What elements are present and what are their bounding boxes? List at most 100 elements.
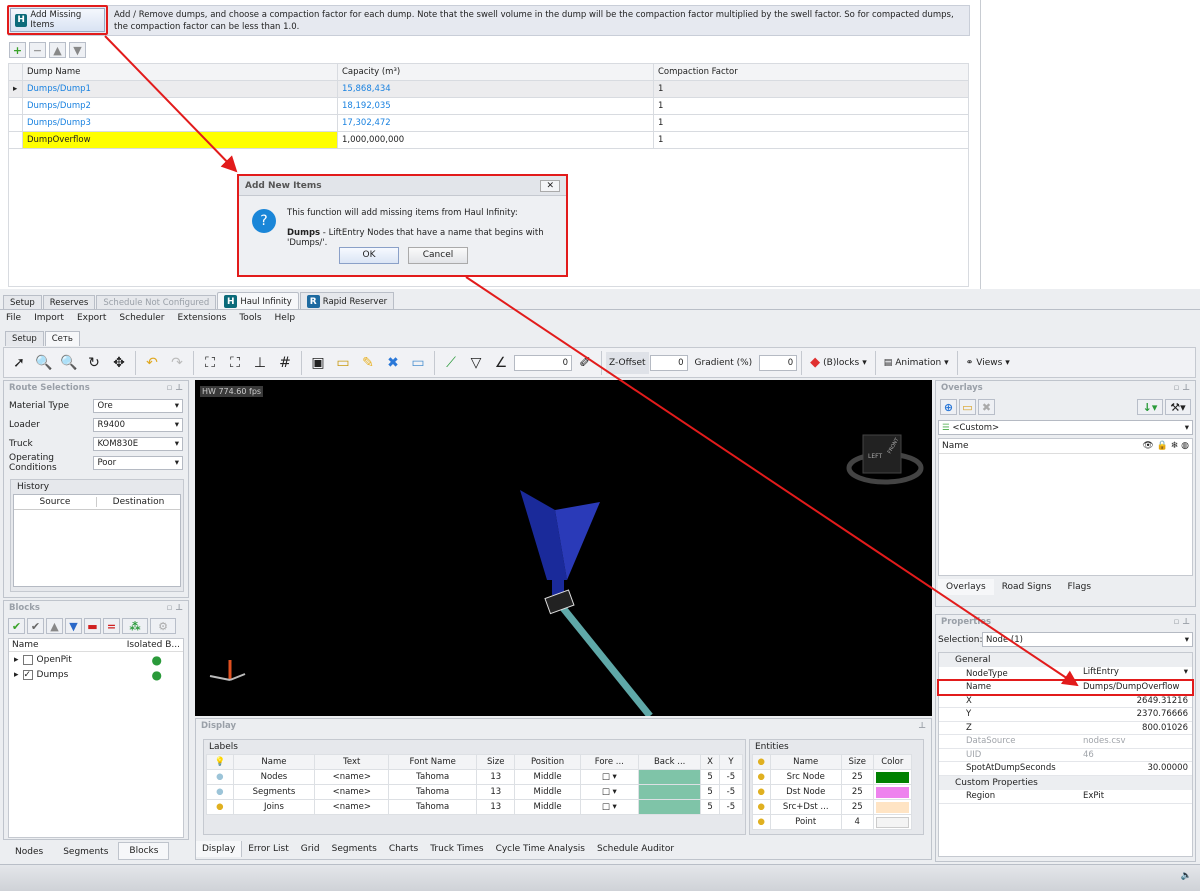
color-swatch[interactable] (875, 786, 909, 798)
cell[interactable]: 18,192,035 (337, 97, 654, 115)
color-swatch[interactable] (875, 771, 909, 783)
cell[interactable]: 15,868,434 (337, 80, 654, 98)
menu-tools[interactable]: Tools (239, 313, 261, 323)
blocks-dropdown[interactable]: ◆ (B)locks ▾ (806, 355, 871, 370)
label-row-nodes[interactable]: ● Nodes <name> Tahoma 13 Middle □ ▾ 5 -5 (206, 769, 744, 785)
overlays-list[interactable]: Name 👁 🔒 ❄ ◍ (938, 438, 1193, 576)
bulb-on-icon[interactable]: ● (206, 799, 234, 815)
tab-cycle-time[interactable]: Cycle Time Analysis (490, 841, 591, 857)
fore-color[interactable]: □ ▾ (579, 769, 640, 785)
up-icon[interactable]: ▲ (46, 618, 63, 634)
add-icon[interactable]: + (9, 42, 26, 58)
color-swatch[interactable] (875, 816, 909, 828)
cell[interactable]: 1 (653, 80, 969, 98)
views-dropdown[interactable]: ⚭ Views ▾ (962, 358, 1014, 368)
open-folder-icon[interactable]: ▭ (959, 399, 976, 415)
entity-row[interactable]: ● Dst Node 25 (752, 784, 913, 800)
delete-overlay-icon[interactable]: ✖ (978, 399, 995, 415)
grid-icon[interactable]: # (273, 351, 297, 375)
fit-icon[interactable]: ⛶ (223, 351, 247, 375)
remove-icon[interactable]: ▬ (84, 618, 101, 634)
col-destination[interactable]: Destination (97, 497, 180, 507)
uncheck-icon[interactable]: ✔ (27, 618, 44, 634)
back-color[interactable] (637, 769, 702, 785)
tools-icon[interactable]: ⚒▾ (1165, 399, 1191, 415)
comment-icon[interactable]: ▭ (406, 351, 430, 375)
prop-row[interactable]: DataSource nodes.csv (939, 734, 1192, 749)
prop-row[interactable]: NodeType LiftEntry ▾ (939, 667, 1192, 681)
move-down-icon[interactable]: ▼ (69, 42, 86, 58)
settings-icon[interactable]: ⚙ (150, 618, 176, 634)
color-swatch[interactable] (875, 801, 909, 813)
checkbox[interactable] (22, 654, 33, 665)
prop-row[interactable]: Region ExPit (939, 789, 1192, 804)
z-offset-toggle[interactable]: Z-Offset (606, 351, 649, 374)
tab-rapid-reserver[interactable]: R Rapid Reserver (299, 292, 395, 310)
select-pointer-icon[interactable]: ➚ (7, 351, 31, 375)
col-capacity[interactable]: Capacity (m³) (337, 63, 654, 81)
bulb-icon[interactable]: ● (752, 814, 771, 830)
snapshot-icon[interactable]: ▣ (306, 351, 330, 375)
move-up-icon[interactable]: ▲ (49, 42, 66, 58)
back-color[interactable] (637, 784, 702, 800)
category-custom[interactable]: Custom Properties (939, 775, 1192, 790)
cell[interactable]: Dumps/Dump2 (22, 97, 338, 115)
cancel-button[interactable]: Cancel (408, 247, 468, 264)
axes-icon[interactable]: ⊥ (248, 351, 272, 375)
pin-icon[interactable]: ▫ ⊥ (1174, 383, 1191, 394)
zoom-in-icon[interactable]: 🔍 (32, 351, 56, 375)
pin-icon[interactable]: ▫ ⊥ (167, 603, 184, 614)
triangle-icon[interactable]: ▽ (464, 351, 488, 375)
prop-row[interactable]: Z 800.01026 (939, 721, 1192, 735)
tab-schedule-auditor[interactable]: Schedule Auditor (591, 841, 680, 857)
category-general[interactable]: General (939, 653, 1192, 667)
bulb-off-icon[interactable]: ● (206, 784, 234, 800)
delete-icon[interactable]: ✖ (381, 351, 405, 375)
col-isolated[interactable]: Isolated B... (127, 640, 180, 650)
tree-item-dumps[interactable]: ▸ ✓ Dumps ● (9, 667, 183, 682)
operating-conditions-select[interactable]: Poor ▾ (93, 455, 183, 470)
ok-button[interactable]: OK (339, 247, 399, 264)
tab-reserves[interactable]: Reserves (42, 295, 96, 310)
tab-error-list[interactable]: Error List (242, 841, 295, 857)
checkbox-checked[interactable]: ✓ (22, 669, 33, 680)
cell[interactable]: Dumps/Dump1 (22, 80, 338, 98)
material-type-select[interactable]: Ore ▾ (93, 398, 183, 413)
fore-color[interactable]: □ ▾ (579, 784, 640, 800)
subtab-setup[interactable]: Setup (5, 331, 44, 346)
remove-icon[interactable]: − (29, 42, 46, 58)
animation-dropdown[interactable]: ▤ Animation ▾ (880, 358, 953, 368)
prop-row-name[interactable]: Name Dumps/DumpOverflow (937, 678, 1194, 696)
tab-overlays[interactable]: Overlays (938, 579, 994, 595)
prop-row[interactable]: UID 46 (939, 748, 1192, 762)
segment-icon[interactable]: ⟋ (439, 351, 463, 375)
zoom-extents-icon[interactable]: ⛶ (198, 351, 222, 375)
table-row[interactable]: ▸ Dumps/Dump1 15,868,434 1 (8, 80, 969, 98)
z-offset-input[interactable]: 0 (649, 354, 688, 371)
tab-road-signs[interactable]: Road Signs (994, 579, 1060, 595)
close-icon[interactable]: ✕ (540, 179, 560, 192)
col-compaction[interactable]: Compaction Factor (653, 63, 969, 81)
prop-row[interactable]: X 2649.31216 (939, 694, 1192, 708)
ruler-icon[interactable]: ▭ (331, 351, 355, 375)
undo-icon[interactable]: ↶ (140, 351, 164, 375)
redo-icon[interactable]: ↷ (165, 351, 189, 375)
table-row[interactable]: Dumps/Dump3 17,302,472 1 (8, 114, 969, 132)
menu-file[interactable]: File (6, 313, 21, 323)
tab-nodes[interactable]: Nodes (5, 844, 53, 860)
angle-icon[interactable]: ∠ (489, 351, 513, 375)
table-row[interactable]: Dumps/Dump2 18,192,035 1 (8, 97, 969, 115)
zoom-out-icon[interactable]: 🔍 (57, 351, 81, 375)
back-color[interactable] (637, 799, 702, 815)
cell[interactable]: 1 (653, 131, 969, 149)
tree-item-openpit[interactable]: ▸ OpenPit ● (9, 652, 183, 667)
tab-charts[interactable]: Charts (383, 841, 424, 857)
bulb-icon[interactable]: ● (752, 784, 771, 800)
bulb-icon[interactable]: ● (752, 799, 771, 815)
bulb-off-icon[interactable]: ● (206, 769, 234, 785)
cell[interactable]: DumpOverflow (22, 131, 338, 149)
col-dump-name[interactable]: Dump Name (22, 63, 338, 81)
bulb-icon[interactable]: ● (752, 769, 771, 785)
col-name[interactable]: Name (942, 441, 969, 451)
cell[interactable]: 1,000,000,000 (337, 131, 654, 149)
